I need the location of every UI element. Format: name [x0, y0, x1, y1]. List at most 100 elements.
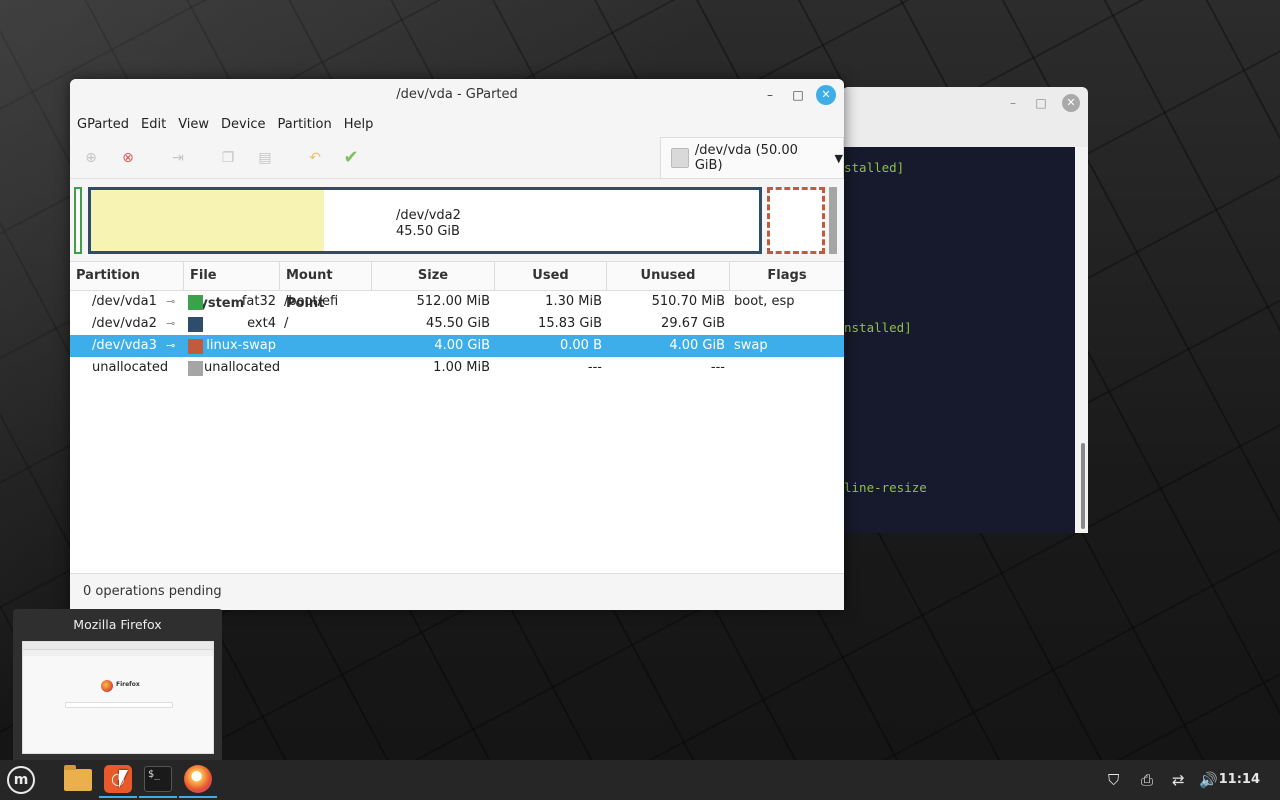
col-size[interactable]: Size — [372, 262, 495, 290]
menu-edit[interactable]: Edit — [136, 117, 171, 132]
new-partition-icon[interactable]: ⊕ — [81, 148, 101, 168]
cell-unused: 29.67 GiB — [661, 316, 725, 331]
col-filesystem[interactable]: File System — [184, 262, 280, 311]
preview-title: Mozilla Firefox — [73, 617, 162, 632]
cell-size: 512.00 MiB — [416, 294, 490, 309]
col-unused[interactable]: Unused — [607, 262, 730, 290]
cell-fs: unallocated — [204, 360, 281, 375]
firefox-logo-icon — [101, 680, 113, 692]
cell-partition: /dev/vda1 — [92, 294, 157, 309]
partition-map: /dev/vda2 45.50 GiB — [70, 179, 844, 261]
col-mountpoint[interactable]: Mount Point — [280, 262, 372, 311]
undo-icon[interactable]: ↶ — [305, 148, 325, 168]
terminal-window[interactable]: – □ ✕ stalled] nstalled] line-resize — [842, 87, 1088, 533]
firefox-launcher[interactable] — [179, 762, 217, 798]
cell-fs: linux-swap — [206, 338, 276, 353]
mint-menu-icon: m — [7, 766, 35, 794]
table-row[interactable]: unallocated unallocated 1.00 MiB --- --- — [70, 357, 844, 379]
window-title: /dev/vda - GParted — [396, 87, 518, 102]
device-selector[interactable]: /dev/vda (50.00 GiB) ▼ — [660, 137, 844, 179]
menu-gparted[interactable]: GParted — [72, 117, 134, 132]
toolbar: ⊕ ⊗ ⇥ ❐ ▤ ↶ ✔ /dev/vda (50.00 GiB) ▼ — [70, 137, 844, 179]
menu-view[interactable]: View — [173, 117, 214, 132]
network-icon[interactable]: ⇄ — [1172, 760, 1185, 800]
chevron-down-icon: ▼ — [834, 151, 843, 165]
terminal-line: line-resize — [844, 480, 927, 495]
clock[interactable]: 11:14 — [1219, 760, 1260, 800]
minimize-button[interactable]: – — [760, 85, 780, 105]
table-body: ⊸/dev/vda1 fat32/boot/efi 512.00 MiB 1.30 M… — [70, 291, 844, 379]
map-partition-vda1[interactable] — [74, 187, 82, 254]
table-header: Partition File System Mount Point Size U… — [70, 261, 844, 311]
terminal-scrollbar[interactable] — [1075, 147, 1088, 533]
cell-unused: --- — [710, 360, 725, 375]
cell-size: 4.00 GiB — [434, 338, 490, 353]
menu-device[interactable]: Device — [216, 117, 270, 132]
apply-icon[interactable]: ✔ — [341, 148, 361, 168]
filesystem-color-swatch — [188, 295, 203, 310]
firefox-icon — [184, 765, 212, 793]
taskbar: m ◔ $_ ⛉ ⎙ ⇄ 🔊 11:14 — [0, 760, 1280, 800]
close-button[interactable]: ✕ — [816, 85, 836, 105]
menu-button[interactable]: m — [2, 762, 40, 798]
cell-mount: / — [284, 316, 289, 331]
filesystem-color-swatch — [188, 361, 203, 376]
preview-thumbnail[interactable]: Firefox — [22, 641, 214, 754]
disk-icon — [671, 148, 689, 168]
map-unallocated[interactable] — [829, 187, 837, 254]
status-bar: 0 operations pending — [70, 573, 844, 610]
preview-search-bar — [65, 702, 173, 708]
folder-icon — [64, 765, 92, 791]
files-launcher[interactable] — [59, 762, 97, 798]
table-row[interactable]: ⊸/dev/vda2 ext4/45.50 GiB 15.83 GiB 29.67 G… — [70, 313, 844, 335]
menu-partition[interactable]: Partition — [273, 117, 337, 132]
cell-partition: /dev/vda2 — [92, 316, 157, 331]
terminal-line: nstalled] — [844, 320, 912, 335]
cell-fs: fat32 — [241, 294, 276, 309]
window-titlebar[interactable]: /dev/vda - GParted – □ ✕ — [70, 79, 844, 111]
cell-size: 45.50 GiB — [426, 316, 490, 331]
map-partition-vda3[interactable] — [767, 187, 825, 254]
preview-page-label: Firefox — [116, 681, 140, 688]
minimize-icon[interactable]: – — [1006, 96, 1020, 110]
copy-icon[interactable]: ❐ — [218, 148, 238, 168]
cell-flags: boot, esp — [734, 294, 795, 309]
map-label: /dev/vda2 45.50 GiB — [396, 208, 461, 240]
paste-icon[interactable]: ▤ — [255, 148, 275, 168]
map-partition-vda2[interactable]: /dev/vda2 45.50 GiB — [88, 187, 762, 254]
col-flags[interactable]: Flags — [730, 262, 844, 290]
menu-help[interactable]: Help — [339, 117, 379, 132]
cell-unused: 510.70 MiB — [651, 294, 725, 309]
col-used[interactable]: Used — [495, 262, 607, 290]
maximize-icon[interactable]: □ — [1034, 96, 1048, 110]
resize-move-icon[interactable]: ⇥ — [168, 148, 188, 168]
volume-icon[interactable]: 🔊 — [1199, 760, 1218, 800]
table-row[interactable]: ⊸/dev/vda1 fat32/boot/efi 512.00 MiB 1.30 M… — [70, 291, 844, 313]
cell-used: 1.30 MiB — [545, 294, 602, 309]
terminal-line: stalled] — [844, 160, 905, 175]
terminal-output: stalled] nstalled] line-resize — [842, 147, 1075, 533]
cell-mount: /boot/efi — [284, 294, 339, 309]
terminal-launcher[interactable]: $_ — [139, 762, 177, 798]
cell-partition: unallocated — [92, 360, 169, 375]
cell-unused: 4.00 GiB — [669, 338, 725, 353]
menubar: GParted Edit View Device Partition Help — [70, 111, 844, 137]
gparted-launcher[interactable]: ◔ — [99, 762, 137, 798]
delete-partition-icon[interactable]: ⊗ — [118, 148, 138, 168]
close-icon[interactable]: ✕ — [1062, 94, 1080, 112]
gparted-window: /dev/vda - GParted – □ ✕ GParted Edit Vi… — [70, 79, 844, 610]
shield-icon[interactable]: ⛉ — [1108, 760, 1119, 800]
terminal-titlebar[interactable]: – □ ✕ — [842, 87, 1088, 147]
cell-fs: ext4 — [247, 316, 276, 331]
printer-icon[interactable]: ⎙ — [1141, 760, 1153, 800]
map-used-space — [91, 190, 324, 251]
cell-flags: swap — [734, 338, 768, 353]
map-label-size: 45.50 GiB — [396, 224, 460, 239]
device-label: /dev/vda (50.00 GiB) — [694, 143, 798, 173]
table-row[interactable]: ⊸/dev/vda3 linux-swap 4.00 GiB 0.00 B 4.00 G… — [70, 335, 844, 357]
col-partition[interactable]: Partition — [70, 262, 184, 290]
maximize-button[interactable]: □ — [788, 85, 808, 105]
window-preview[interactable]: Mozilla Firefox Firefox — [13, 609, 222, 760]
partition-table: Partition File System Mount Point Size U… — [70, 261, 844, 573]
filesystem-color-swatch — [188, 339, 203, 354]
